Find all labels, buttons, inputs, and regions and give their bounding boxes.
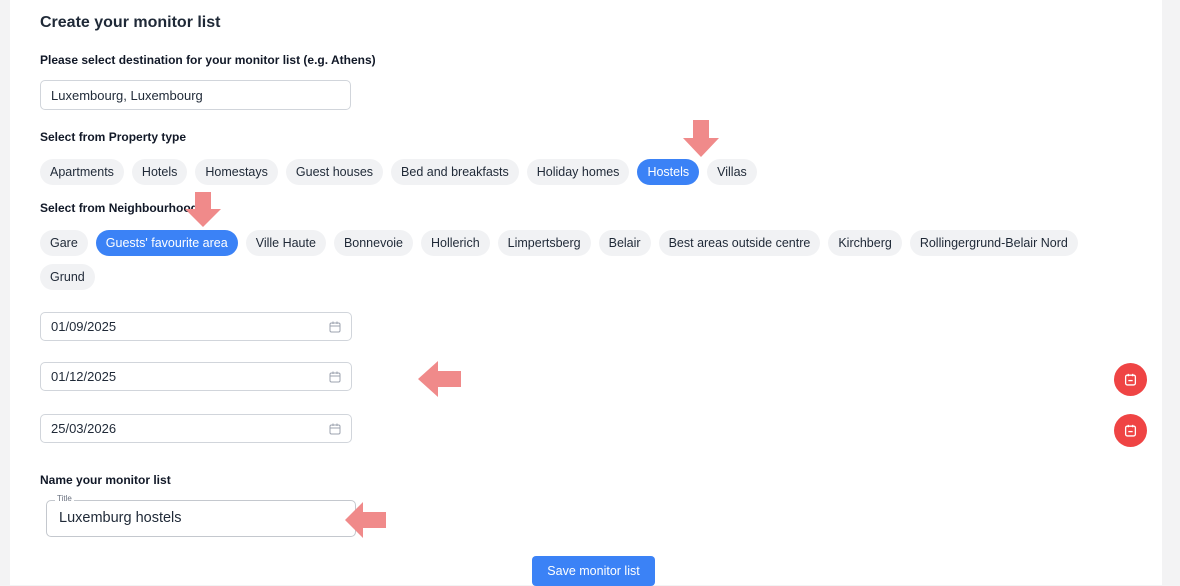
neighbourhood-chip[interactable]: Kirchberg [828, 230, 902, 256]
property-type-chip[interactable]: Holiday homes [526, 159, 630, 185]
calendar-icon [329, 321, 341, 332]
neighbourhood-chip[interactable]: Limpertsberg [497, 230, 591, 256]
neighbourhood-chip[interactable]: Ville Haute [245, 230, 326, 256]
calendar-remove-icon [1124, 424, 1137, 437]
date-field-2[interactable]: 01/12/2025 [40, 362, 352, 391]
title-legend: Title [55, 494, 74, 503]
neighbourhood-chip[interactable]: Rollingergrund-Belair Nord [909, 230, 1078, 256]
property-type-label: Select from Property type [40, 130, 187, 144]
arrow-icon [418, 361, 461, 397]
property-type-chip[interactable]: Guest houses [285, 159, 384, 185]
date-value-2: 01/12/2025 [51, 369, 117, 384]
property-type-chip[interactable]: Homestays [195, 159, 278, 185]
destination-label: Please select destination for your monit… [40, 53, 376, 67]
neighbourhood-chip[interactable]: Bonnevoie [333, 230, 414, 256]
page-title: Create your monitor list [40, 14, 221, 31]
date-field-3[interactable]: 25/03/2026 [40, 414, 352, 443]
remove-date-button-2[interactable] [1114, 363, 1147, 396]
arrow-icon [683, 120, 719, 157]
property-type-chip[interactable]: Apartments [40, 159, 124, 185]
date-value-1: 01/09/2025 [51, 319, 117, 334]
neighbourhood-chip[interactable]: Hollerich [421, 230, 490, 256]
calendar-icon [329, 371, 341, 382]
neighbourhood-chip[interactable]: Best areas outside centre [658, 230, 821, 256]
neighbourhood-label: Select from Neighbourhood [40, 201, 199, 215]
property-type-chip[interactable]: Bed and breakfasts [391, 159, 519, 185]
property-type-chips: Apartments Hotels Homestays Guest houses Bed… [40, 159, 1140, 185]
destination-input[interactable]: Luxembourg, Luxembourg [40, 80, 351, 110]
title-input[interactable]: Title Luxemburg hostels [46, 494, 356, 537]
name-label: Name your monitor list [40, 473, 171, 487]
neighbourhood-chip[interactable]: Belair [598, 230, 651, 256]
calendar-remove-icon [1124, 373, 1137, 386]
date-value-3: 25/03/2026 [51, 421, 117, 436]
property-type-chip[interactable]: Hotels [131, 159, 188, 185]
title-value: Luxemburg hostels [59, 510, 182, 526]
remove-date-button-3[interactable] [1114, 414, 1147, 447]
neighbourhood-chip[interactable]: Guests' favourite area [95, 230, 238, 256]
date-field-1[interactable]: 01/09/2025 [40, 312, 352, 341]
save-monitor-list-button[interactable]: Save monitor list [532, 556, 655, 586]
property-type-chip[interactable]: Hostels [637, 159, 700, 185]
neighbourhood-chip[interactable]: Gare [40, 230, 88, 256]
destination-value: Luxembourg, Luxembourg [51, 87, 203, 103]
arrow-icon [345, 502, 386, 538]
neighbourhood-chip[interactable]: Grund [40, 264, 95, 290]
arrow-icon [185, 192, 221, 227]
property-type-chip[interactable]: Villas [707, 159, 757, 185]
neighbourhood-chips: Gare Guests' favourite area Ville Haute Bon… [40, 230, 1140, 290]
calendar-icon [329, 423, 341, 434]
